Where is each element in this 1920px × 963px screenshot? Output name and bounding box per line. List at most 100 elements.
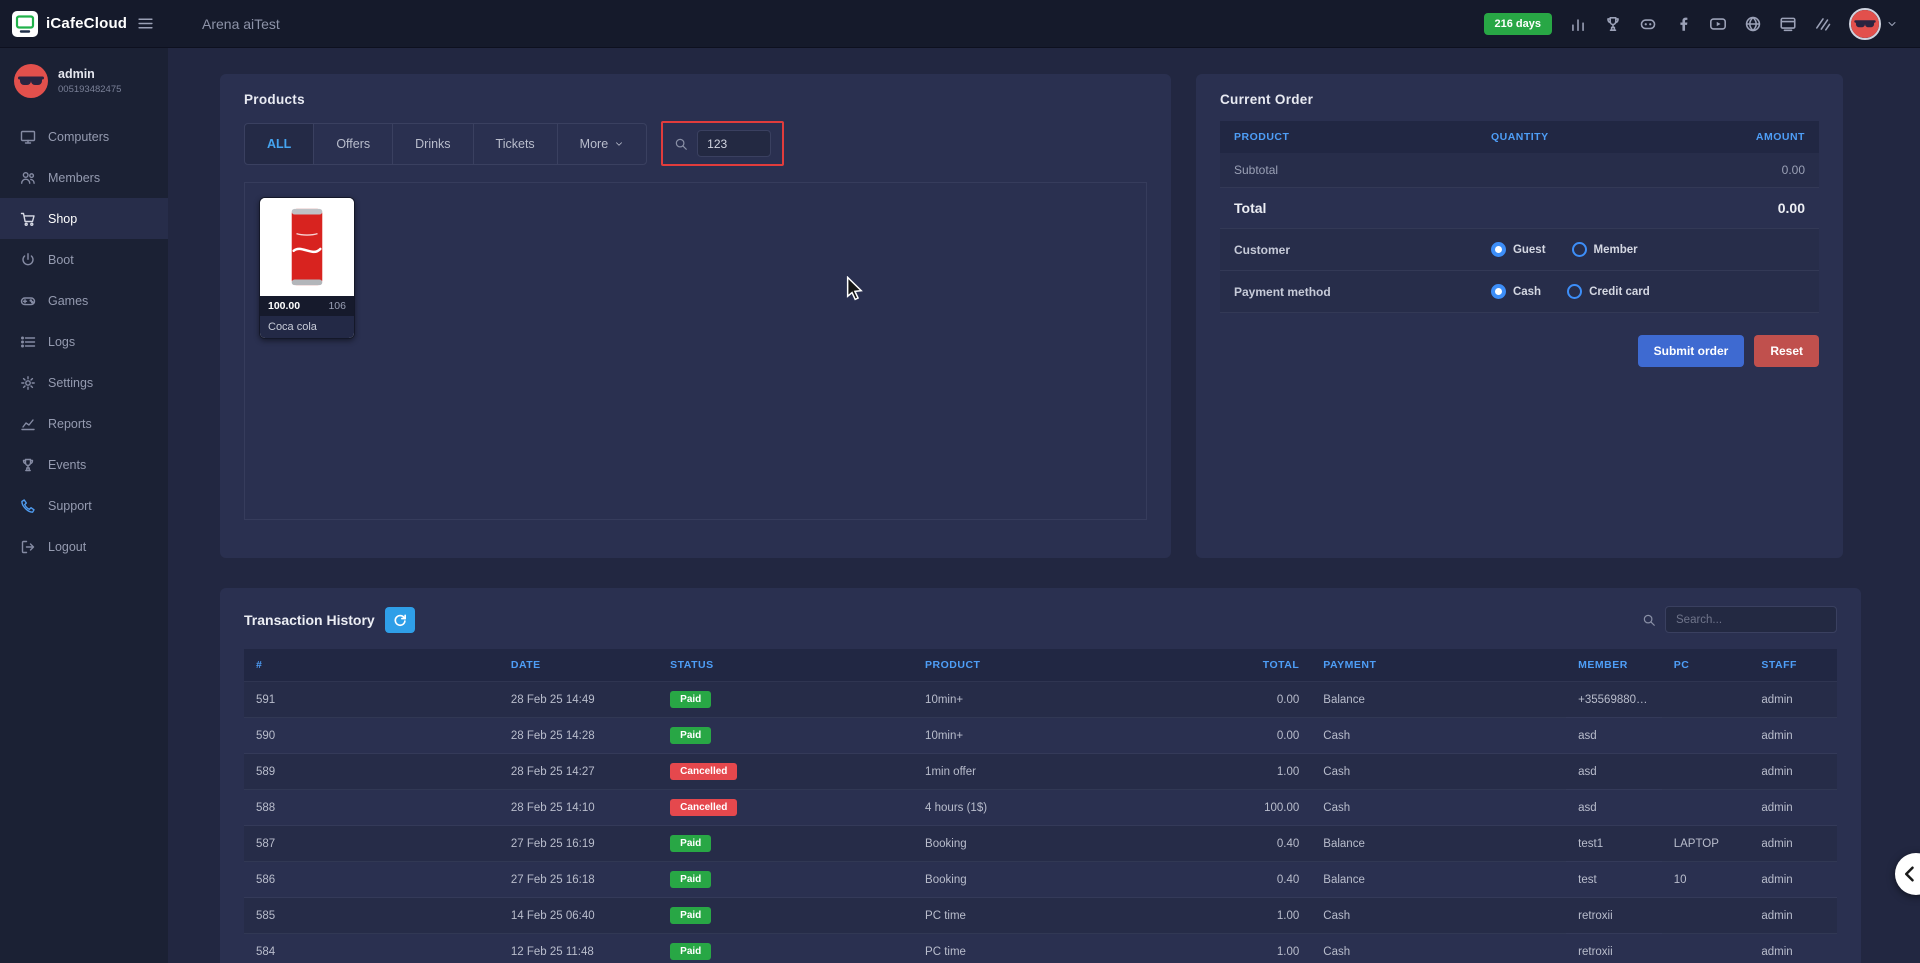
trophy-icon[interactable] — [1604, 15, 1622, 33]
youtube-icon[interactable] — [1709, 15, 1727, 33]
topbar: iCafeCloud Arena aiTest 216 days — [0, 0, 1920, 48]
transaction-search-input[interactable] — [1665, 606, 1837, 633]
radio-credit-card[interactable]: Credit card — [1567, 284, 1650, 299]
sidebar-item-games[interactable]: Games — [0, 280, 168, 321]
user-avatar[interactable] — [1849, 8, 1881, 40]
refresh-button[interactable] — [385, 607, 415, 633]
customer-row: Customer Guest Member — [1220, 229, 1819, 271]
user-avatar — [14, 64, 48, 98]
tab-offers[interactable]: Offers — [313, 123, 393, 165]
brand-name: iCafeCloud — [46, 15, 129, 32]
chevron-down-icon — [614, 139, 624, 149]
payment-terminal-icon[interactable] — [1779, 15, 1797, 33]
status-badge: Paid — [670, 871, 711, 888]
tab-all[interactable]: ALL — [244, 123, 314, 165]
users-icon — [20, 170, 36, 186]
facebook-icon[interactable] — [1674, 15, 1692, 33]
status-badge: Paid — [670, 835, 711, 852]
search-icon — [674, 137, 688, 151]
power-icon — [20, 252, 36, 268]
products-grid: 100.00 106 Coca cola — [244, 182, 1147, 520]
table-row: 588 28 Feb 25 14:10 Cancelled 4 hours (1… — [244, 790, 1837, 826]
cart-icon — [20, 211, 36, 227]
radio-member[interactable]: Member — [1572, 242, 1638, 257]
subtotal-row: Subtotal 0.00 — [1220, 153, 1819, 188]
total-value: 0.00 — [1778, 200, 1805, 216]
sidebar-username: admin — [58, 67, 121, 81]
sidebar-item-support[interactable]: Support — [0, 485, 168, 526]
payment-label: Payment method — [1234, 285, 1491, 299]
order-actions: Submit order Reset — [1220, 335, 1819, 367]
brand: iCafeCloud — [0, 11, 168, 37]
products-title: Products — [244, 92, 1147, 107]
radio-icon — [1567, 284, 1582, 299]
sidebar-item-settings[interactable]: Settings — [0, 362, 168, 403]
column-id: # — [244, 649, 499, 682]
monitor-icon — [20, 129, 36, 145]
sidebar-item-logout[interactable]: Logout — [0, 526, 168, 567]
status-badge: Paid — [670, 943, 711, 960]
chart-line-icon — [20, 416, 36, 432]
customer-label: Customer — [1234, 243, 1491, 257]
layers-icon[interactable] — [1814, 15, 1832, 33]
gear-icon — [20, 375, 36, 391]
radio-guest[interactable]: Guest — [1491, 242, 1546, 257]
phone-icon — [20, 498, 36, 514]
tab-more[interactable]: More — [557, 123, 647, 165]
radio-icon — [1491, 242, 1506, 257]
column-status: STATUS — [658, 649, 913, 682]
search-icon — [1642, 613, 1656, 627]
product-card-coca-cola[interactable]: 100.00 106 Coca cola — [259, 197, 355, 339]
column-total: TOTAL — [1216, 649, 1312, 682]
current-order-card: Current Order PRODUCT QUANTITY AMOUNT Su… — [1196, 74, 1843, 558]
reset-button[interactable]: Reset — [1754, 335, 1819, 367]
column-staff: STAFF — [1749, 649, 1837, 682]
page-title: Arena aiTest — [202, 16, 280, 32]
product-image — [260, 198, 354, 296]
payment-radio-group: Cash Credit card — [1491, 284, 1650, 299]
app-logo-icon — [12, 11, 38, 37]
table-row: 587 27 Feb 25 16:19 Paid Booking 0.40 Ba… — [244, 826, 1837, 862]
tab-drinks[interactable]: Drinks — [392, 123, 473, 165]
products-card: Products ALL Offers Drinks Tickets More … — [220, 74, 1171, 558]
status-badge: Paid — [670, 907, 711, 924]
logout-icon — [20, 539, 36, 555]
topbar-actions: 216 days — [1484, 8, 1920, 40]
sidebar-item-reports[interactable]: Reports — [0, 403, 168, 444]
column-product: PRODUCT — [1234, 131, 1491, 143]
drawer-collapse-button[interactable] — [1895, 853, 1920, 895]
radio-icon — [1491, 284, 1506, 299]
tab-tickets[interactable]: Tickets — [473, 123, 558, 165]
subtotal-value: 0.00 — [1782, 163, 1805, 177]
menu-toggle-icon[interactable] — [137, 15, 154, 32]
chevron-down-icon — [1886, 18, 1898, 30]
table-row: 584 12 Feb 25 11:48 Paid PC time 1.00 Ca… — [244, 934, 1837, 963]
sidebar-item-boot[interactable]: Boot — [0, 239, 168, 280]
sidebar-item-logs[interactable]: Logs — [0, 321, 168, 362]
transaction-table: # DATE STATUS PRODUCT TOTAL PAYMENT MEMB… — [244, 649, 1837, 963]
license-days-badge[interactable]: 216 days — [1484, 13, 1552, 35]
column-quantity: QUANTITY — [1491, 131, 1645, 143]
payment-method-row: Payment method Cash Credit card — [1220, 271, 1819, 313]
trophy-icon — [20, 457, 36, 473]
sidebar-item-computers[interactable]: Computers — [0, 116, 168, 157]
sidebar-item-shop[interactable]: Shop — [0, 198, 168, 239]
sidebar-item-members[interactable]: Members — [0, 157, 168, 198]
column-product: PRODUCT — [913, 649, 1216, 682]
table-row: 590 28 Feb 25 14:28 Paid 10min+ 0.00 Cas… — [244, 718, 1837, 754]
submit-order-button[interactable]: Submit order — [1638, 335, 1745, 367]
discord-icon[interactable] — [1639, 15, 1657, 33]
analytics-icon[interactable] — [1569, 15, 1587, 33]
table-row: 585 14 Feb 25 06:40 Paid PC time 1.00 Ca… — [244, 898, 1837, 934]
product-price-bar: 100.00 106 — [260, 296, 354, 316]
globe-icon[interactable] — [1744, 15, 1762, 33]
transaction-history-card: Transaction History # DATE STATUS PRODUC… — [220, 588, 1861, 963]
user-menu[interactable] — [1849, 8, 1898, 40]
sidebar-nav: Computers Members Shop Boot Games Logs S… — [0, 116, 168, 567]
sidebar-item-events[interactable]: Events — [0, 444, 168, 485]
radio-cash[interactable]: Cash — [1491, 284, 1541, 299]
customer-radio-group: Guest Member — [1491, 242, 1638, 257]
subtotal-label: Subtotal — [1234, 163, 1278, 177]
order-table-header: PRODUCT QUANTITY AMOUNT — [1220, 121, 1819, 153]
product-search-input[interactable] — [697, 130, 771, 157]
